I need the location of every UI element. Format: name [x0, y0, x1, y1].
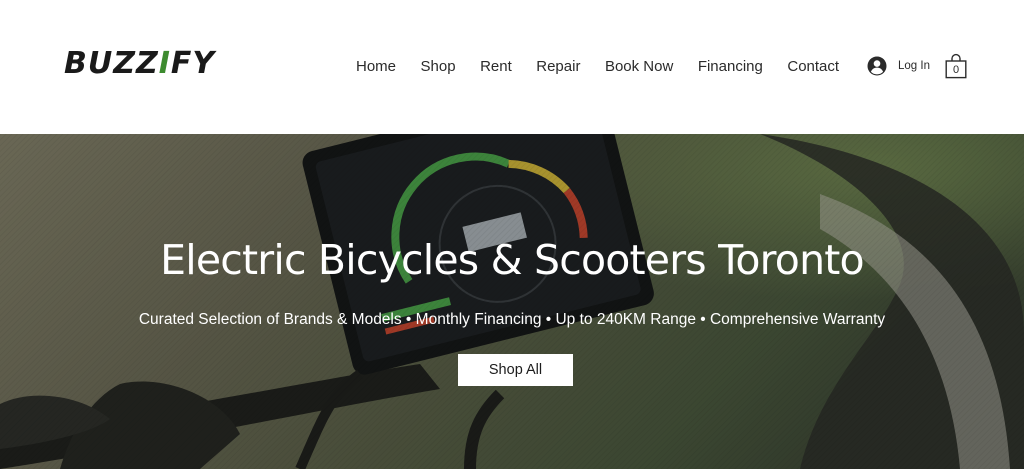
nav-item-repair[interactable]: Repair [536, 56, 580, 78]
site-header: BUZZIFY Home Shop Rent Repair Book Now F… [0, 0, 1024, 134]
logo-text-end: FY [170, 46, 216, 81]
site-logo[interactable]: BUZZIFY [64, 46, 215, 82]
main-nav: Home Shop Rent Repair Book Now Financing… [356, 56, 839, 78]
nav-item-home[interactable]: Home [356, 56, 396, 78]
cart-button[interactable]: 0 [945, 53, 967, 79]
nav-item-book-now[interactable]: Book Now [605, 56, 673, 78]
nav-item-shop[interactable]: Shop [421, 56, 456, 78]
nav-item-rent[interactable]: Rent [480, 56, 512, 78]
logo-text-main: BUZZ [64, 46, 159, 81]
hero-subtitle: Curated Selection of Brands & Models • M… [138, 311, 886, 328]
login-button[interactable]: Log In [867, 55, 930, 77]
logo-text-accent: I [158, 46, 171, 81]
user-avatar-icon [867, 56, 887, 76]
hero-title: Electric Bicycles & Scooters Toronto [160, 236, 864, 284]
nav-item-contact[interactable]: Contact [787, 56, 839, 78]
cart-count: 0 [952, 64, 960, 76]
hero-banner: Electric Bicycles & Scooters Toronto Cur… [0, 134, 1024, 469]
login-label: Log In [898, 60, 930, 72]
shop-all-button[interactable]: Shop All [458, 354, 573, 386]
hero-overlay [0, 134, 1024, 469]
nav-item-financing[interactable]: Financing [698, 56, 763, 78]
